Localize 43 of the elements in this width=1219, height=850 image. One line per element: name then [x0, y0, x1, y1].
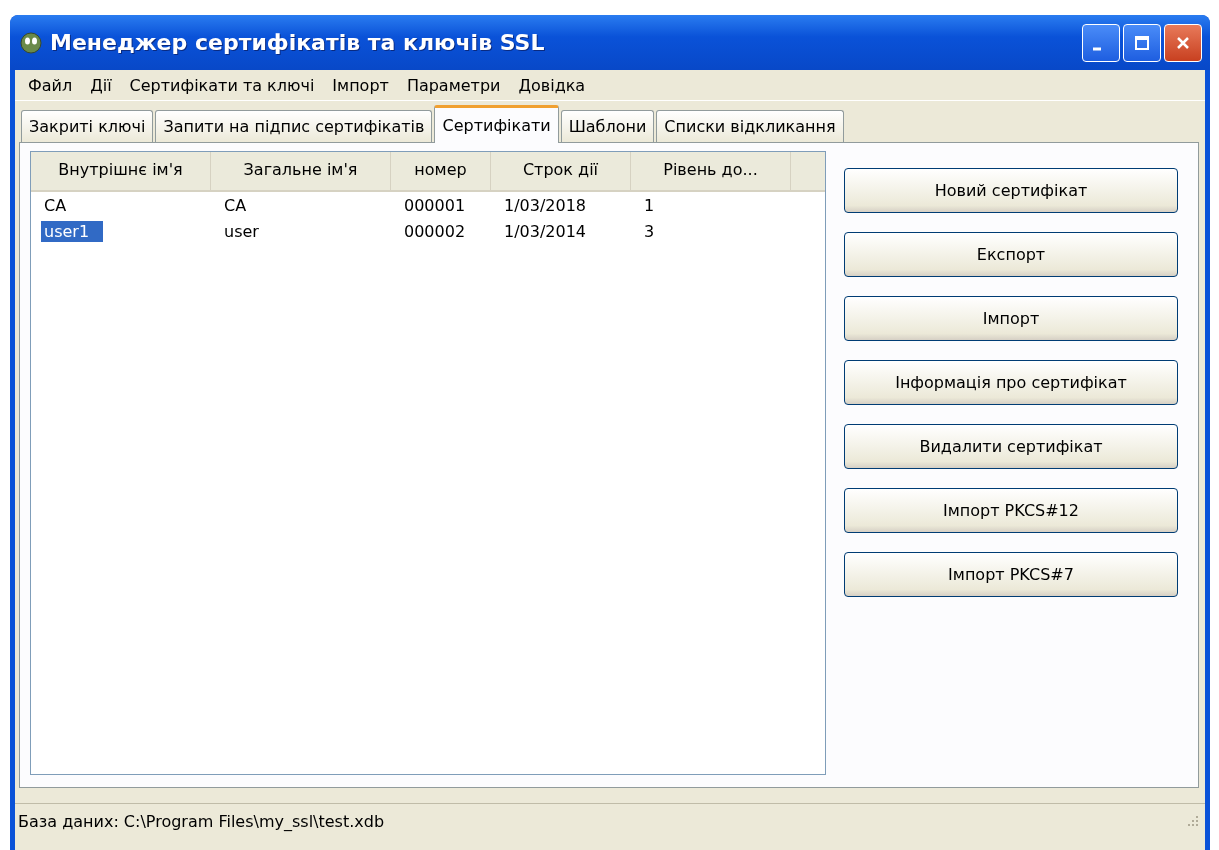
action-button[interactable]: Імпорт [844, 296, 1178, 341]
tab[interactable]: Шаблони [560, 110, 655, 142]
tab[interactable]: Закриті ключі [21, 110, 154, 142]
menu-item[interactable]: Параметри [397, 75, 510, 95]
table-cell-text: user [223, 220, 260, 242]
action-button[interactable]: Експорт [844, 232, 1178, 277]
action-button[interactable]: Новий сертифікат [844, 168, 1178, 213]
table-cell-text: 1/03/2018 [503, 194, 588, 216]
action-button[interactable]: Імпорт PKCS#12 [844, 488, 1178, 533]
column-header[interactable]: Строк дії [491, 152, 631, 190]
table-cell-text: 000001 [403, 194, 467, 216]
status-text: База даних: C:\Program Files\my_ssl\test.xdb [18, 811, 386, 831]
menu-item[interactable]: Дії [81, 75, 121, 95]
maximize-icon [1134, 34, 1150, 51]
table-cell-text: 000002 [403, 220, 467, 242]
menu-item[interactable]: Сертифікати та ключі [120, 75, 324, 95]
menu-item[interactable]: Файл [19, 75, 82, 95]
minimize-button[interactable] [1082, 23, 1120, 62]
table-cell-text: 3 [643, 220, 656, 242]
close-icon [1175, 34, 1191, 51]
table-cell[interactable]: user1 [41, 220, 104, 242]
action-button[interactable]: Видалити сертифікат [844, 424, 1178, 469]
tab[interactable]: Списки відкликання [656, 110, 844, 142]
tab[interactable]: Запити на підпис сертифікатів [155, 110, 433, 142]
table-cell[interactable]: CA [41, 194, 70, 216]
resize-grip-icon [1187, 815, 1199, 827]
action-button[interactable]: Інформація про сертифікат [844, 360, 1178, 405]
tab[interactable]: Сертифікати [434, 105, 559, 143]
action-button[interactable]: Імпорт PKCS#7 [844, 552, 1178, 597]
close-button[interactable] [1164, 23, 1202, 62]
window-title: Менеджер сертифікатів та ключів SSL [50, 30, 546, 55]
menu-item[interactable]: Довідка [509, 75, 595, 95]
app-icon [20, 31, 42, 54]
table-cell-text: CA [223, 194, 248, 216]
maximize-button[interactable] [1123, 23, 1161, 62]
column-header[interactable]: Внутрішнє ім'я [31, 152, 211, 190]
minimize-icon [1093, 46, 1101, 51]
table-cell-text: 1 [643, 194, 656, 216]
table-cell-text: 1/03/2014 [503, 220, 588, 242]
column-header[interactable]: номер [391, 152, 491, 190]
column-header[interactable]: Рівень до... [631, 152, 791, 190]
menu-item[interactable]: Імпорт [323, 75, 398, 95]
column-header[interactable]: Загальне ім'я [211, 152, 391, 190]
